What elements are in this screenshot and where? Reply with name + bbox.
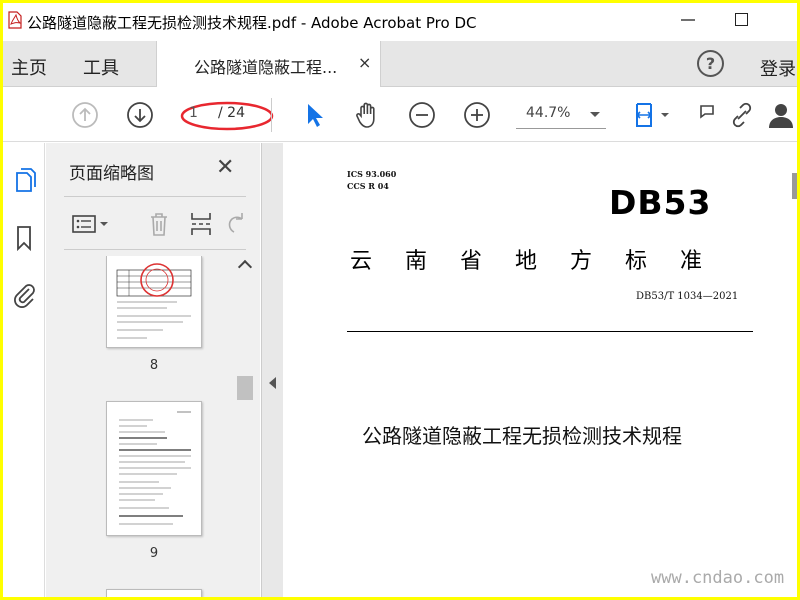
select-cursor-icon[interactable] — [299, 100, 329, 130]
paperclip-icon[interactable] — [9, 279, 39, 309]
menu-tab-bar: 主页 工具 公路隧道隐蔽工程... × ? 登录 — [3, 41, 797, 87]
page-thumbnail[interactable] — [106, 589, 202, 597]
page-total: / 24 — [218, 105, 245, 121]
standard-number: DB53/T 1034—2021 — [636, 291, 739, 302]
navigation-pane-strip — [3, 143, 45, 597]
login-button[interactable]: 登录 — [760, 55, 796, 81]
comment-icon[interactable] — [697, 100, 715, 130]
acrobat-pdf-icon — [8, 11, 22, 29]
scroll-up-icon[interactable] — [237, 259, 253, 275]
thumbnail-label: 9 — [149, 546, 159, 561]
document-view[interactable]: ICS 93.060 CCS R 04 DB53 云南省地方标准 DB53/T … — [284, 143, 797, 597]
document-tab[interactable]: 公路隧道隐蔽工程... × — [156, 41, 381, 87]
zoom-select[interactable]: 44.7% — [516, 101, 606, 129]
tools-tab[interactable]: 工具 — [83, 54, 119, 80]
toolbar-separator — [271, 98, 272, 132]
panel-toolbar — [64, 196, 246, 250]
insert-page-icon[interactable] — [186, 209, 216, 239]
trash-icon[interactable] — [144, 209, 174, 239]
standard-type: 云南省地方标准 — [350, 249, 736, 274]
page-thumbnail[interactable] — [106, 401, 202, 536]
hand-tool-icon[interactable] — [352, 100, 382, 130]
document-tab-label: 公路隧道隐蔽工程... — [194, 58, 338, 77]
panel-title: 页面缩略图 — [69, 164, 154, 184]
next-page-icon[interactable] — [125, 100, 155, 130]
zoom-in-icon[interactable] — [462, 100, 492, 130]
maximize-icon[interactable] — [735, 13, 748, 26]
close-tab-button[interactable]: × — [358, 53, 371, 72]
ics-code: ICS 93.060 — [347, 169, 397, 179]
help-icon[interactable]: ? — [697, 50, 724, 77]
home-tab[interactable]: 主页 — [11, 54, 47, 80]
zoom-value: 44.7% — [526, 105, 571, 121]
divider-line — [347, 331, 753, 332]
page-9-preview — [119, 411, 191, 525]
acrobat-window: 公路隧道隐蔽工程无损检测技术规程.pdf - Adobe Acrobat Pro… — [3, 3, 797, 597]
chevron-down-icon — [590, 112, 600, 117]
toolbar: 1 / 24 44.7% — [3, 88, 797, 142]
pdf-page: ICS 93.060 CCS R 04 DB53 云南省地方标准 DB53/T … — [284, 143, 792, 597]
rotate-icon[interactable] — [224, 209, 246, 239]
zoom-out-icon[interactable] — [407, 100, 437, 130]
panel-splitter[interactable] — [261, 143, 283, 597]
previous-page-icon[interactable] — [70, 100, 100, 130]
watermark: www.cndao.com — [651, 568, 785, 588]
thumbnail-label: 8 — [149, 358, 159, 373]
thumbnail-list: 8 9 — [46, 256, 236, 597]
document-title: 公路隧道隐蔽工程无损检测技术规程 — [362, 424, 682, 448]
fit-page-icon[interactable] — [631, 100, 675, 130]
window-title: 公路隧道隐蔽工程无损检测技术规程.pdf - Adobe Acrobat Pro… — [27, 14, 477, 32]
close-panel-button[interactable]: ✕ — [216, 155, 234, 180]
db-code: DB53 — [609, 183, 712, 222]
minimize-icon[interactable] — [679, 11, 697, 29]
page-number-input[interactable]: 1 — [189, 105, 198, 121]
user-icon[interactable] — [761, 100, 797, 130]
scrollbar-thumb[interactable] — [237, 376, 253, 400]
page-thumbnails-icon[interactable] — [9, 165, 39, 195]
page-thumbnail[interactable] — [106, 256, 202, 348]
collapse-arrow-icon[interactable] — [269, 377, 276, 389]
bookmark-icon[interactable] — [9, 223, 39, 253]
page-8-preview — [116, 263, 192, 339]
link-share-icon[interactable] — [727, 100, 757, 130]
page-thumbnails-panel: 页面缩略图 ✕ 8 9 — [46, 143, 260, 597]
title-bar: 公路隧道隐蔽工程无损检测技术规程.pdf - Adobe Acrobat Pro… — [3, 3, 797, 41]
document-scrollbar-thumb[interactable] — [792, 173, 797, 199]
ccs-code: CCS R 04 — [347, 181, 389, 191]
thumbnail-scrollbar[interactable] — [236, 256, 254, 597]
options-menu-icon[interactable] — [70, 209, 114, 239]
